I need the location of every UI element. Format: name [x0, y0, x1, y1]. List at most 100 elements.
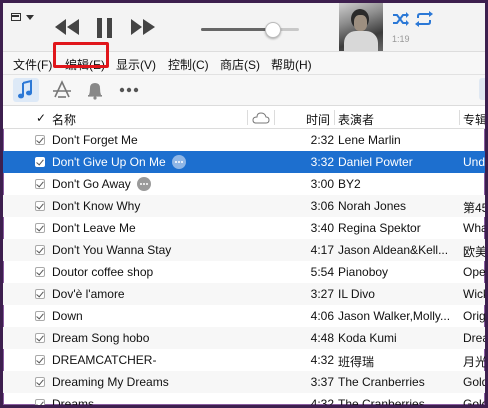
table-row[interactable]: Down 4:06 Jason Walker,Molly... Orig	[3, 305, 485, 327]
table-row[interactable]: Dov'è l'amore 3:27 IL Divo Wick	[3, 283, 485, 305]
track-time: 5:54	[310, 265, 334, 279]
row-checkbox[interactable]	[35, 179, 45, 189]
dot	[177, 161, 180, 163]
track-album: Wha	[463, 221, 488, 235]
track-name: Doutor coffee shop	[52, 265, 154, 279]
track-artist: Daniel Powter	[338, 155, 413, 169]
table-row[interactable]: Don't Leave Me 3:40 Regina Spektor Wha	[3, 217, 485, 239]
track-album: Gold	[463, 375, 488, 389]
pause-icon[interactable]	[95, 17, 115, 39]
table-row[interactable]: Doutor coffee shop 5:54 Pianoboy Ope	[3, 261, 485, 283]
column-divider	[274, 110, 275, 125]
column-divider	[459, 110, 460, 125]
volume-slider[interactable]	[201, 22, 299, 38]
row-checkbox[interactable]	[35, 399, 45, 405]
album-artwork[interactable]	[339, 3, 383, 51]
column-divider	[247, 110, 248, 125]
column-check[interactable]: ✓	[36, 111, 46, 125]
table-header: ✓ 名称 时间 表演者 专辑	[3, 106, 485, 129]
row-checkbox[interactable]	[35, 355, 45, 365]
track-artist: Lene Marlin	[338, 133, 401, 147]
track-artist: BY2	[338, 177, 361, 191]
row-checkbox[interactable]	[35, 267, 45, 277]
track-time: 4:17	[310, 243, 334, 257]
table-row[interactable]: DREAMCATCHER- 4:32 班得瑞 月光	[3, 349, 485, 371]
table-row[interactable]: Don't Go Away 3:00 BY2	[3, 173, 485, 195]
column-album[interactable]: 专辑	[463, 111, 485, 128]
track-artist: The Cranberries	[338, 375, 425, 389]
bell-icon	[88, 83, 102, 100]
track-name: Dream Song hobo	[52, 331, 150, 345]
track-artist: IL Divo	[338, 287, 375, 301]
row-checkbox[interactable]	[35, 201, 45, 211]
toolbar-right-button[interactable]	[479, 78, 485, 100]
track-album: Orig	[463, 309, 486, 323]
elapsed-time: 1:19	[392, 34, 410, 44]
track-name: Don't Know Why	[52, 199, 141, 213]
track-time: 3:32	[310, 155, 334, 169]
track-name: Don't Forget Me	[52, 133, 138, 147]
row-checkbox[interactable]	[35, 377, 45, 387]
track-time: 4:48	[310, 331, 334, 345]
menu-view[interactable]: 显示(V)	[116, 56, 156, 73]
track-artist: The Cranberries	[338, 397, 425, 408]
row-checkbox[interactable]	[35, 245, 45, 255]
track-time: 3:27	[310, 287, 334, 301]
row-checkbox[interactable]	[35, 135, 45, 145]
previous-icon[interactable]	[54, 17, 80, 37]
track-album: 欧美	[463, 245, 488, 259]
table-row[interactable]: Don't Give Up On Me 3:32 Daniel Powter Unde	[3, 151, 485, 173]
cloud-icon[interactable]	[252, 112, 270, 124]
track-name: Dreaming My Dreams	[52, 375, 169, 389]
more-options-icon[interactable]	[136, 177, 151, 191]
track-time: 3:37	[310, 375, 334, 389]
table-row[interactable]: Don't You Wanna Stay 4:17 Jason Aldean&Kel…	[3, 239, 485, 261]
row-checkbox[interactable]	[35, 333, 45, 343]
menu-store[interactable]: 商店(S)	[220, 56, 260, 73]
table-row[interactable]: Don't Know Why 3:06 Norah Jones 第45	[3, 195, 485, 217]
table-row[interactable]: Dreaming My Dreams 3:37 The Cranberries Gol…	[3, 371, 485, 393]
dot	[139, 183, 142, 185]
volume-knob[interactable]	[264, 22, 281, 38]
menu-file[interactable]: 文件(F)	[13, 56, 52, 73]
column-name[interactable]: 名称	[52, 111, 76, 128]
more-options-icon[interactable]	[171, 155, 186, 169]
track-artist: Norah Jones	[338, 199, 407, 213]
row-checkbox[interactable]	[35, 311, 45, 321]
toolbar	[3, 75, 485, 106]
annotation-highlight	[53, 42, 109, 68]
row-checkbox[interactable]	[35, 289, 45, 299]
track-time: 2:32	[310, 133, 334, 147]
table-row[interactable]: Don't Forget Me 2:32 Lene Marlin	[3, 129, 485, 151]
track-artist: Koda Kumi	[338, 331, 397, 345]
tones-button[interactable]	[82, 78, 108, 102]
menu-controls[interactable]: 控制(C)	[168, 56, 209, 73]
track-artist: Jason Walker,Molly...	[338, 309, 451, 323]
track-album: 第45	[463, 201, 488, 215]
track-artist: Regina Spektor	[338, 221, 421, 235]
menu-help[interactable]: 帮助(H)	[271, 56, 312, 73]
track-artist: Pianoboy	[338, 265, 389, 279]
music-library-button[interactable]	[13, 78, 39, 102]
track-artist: 班得瑞	[338, 355, 375, 369]
table-row[interactable]: Dream Song hobo 4:48 Koda Kumi Drea	[3, 327, 485, 349]
track-album: Ope	[463, 265, 486, 279]
window-menu-button[interactable]	[11, 11, 39, 25]
next-icon[interactable]	[130, 17, 156, 37]
row-checkbox[interactable]	[35, 223, 45, 233]
column-artist[interactable]: 表演者	[338, 111, 374, 128]
apps-button[interactable]	[49, 78, 75, 102]
column-time[interactable]: 时间	[306, 111, 330, 128]
table-row[interactable]: Dreams 4:32 The Cranberries Gold	[3, 393, 485, 408]
dot	[142, 183, 145, 185]
dot	[174, 161, 177, 163]
repeat-icon[interactable]	[414, 11, 434, 27]
dot	[180, 161, 183, 163]
row-checkbox[interactable]	[35, 157, 45, 167]
track-album: 月光	[463, 355, 488, 369]
more-button[interactable]	[116, 78, 142, 102]
track-time: 4:06	[310, 309, 334, 323]
window-icon	[11, 13, 21, 21]
shuffle-icon[interactable]	[392, 11, 410, 27]
track-album: Unde	[463, 155, 486, 169]
